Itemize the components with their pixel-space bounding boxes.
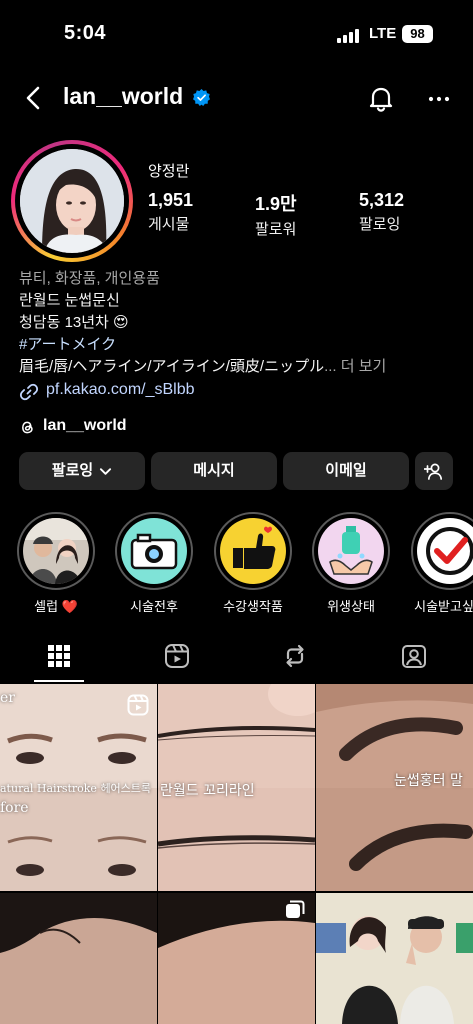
back-arrow-icon[interactable]	[20, 84, 48, 112]
highlight-hygiene-cover	[318, 518, 384, 584]
following-button[interactable]: 팔로잉	[19, 452, 145, 490]
posts-value: 1,951	[148, 190, 194, 210]
bio-line-2: 청담동 13년차 😍	[19, 314, 129, 331]
tab-posts-grid[interactable]	[0, 632, 118, 682]
chevron-down-icon	[100, 467, 112, 475]
profile-header: lan__world	[0, 72, 473, 124]
highlight-before-after-cover	[121, 518, 187, 584]
more-link[interactable]: 더 보기	[341, 358, 387, 375]
post-grid: er atural Hairstroke 헤어스트록 fore 란월드 꼬리라인	[0, 684, 473, 1024]
grid-icon	[48, 645, 70, 667]
following-label: 팔로잉	[359, 216, 401, 233]
highlight-celeb-cover	[23, 518, 89, 584]
profile-username[interactable]: lan__world	[63, 83, 183, 110]
bio-line-4: 眉毛/唇/ヘアライン/アイライン/頭皮/ニップル... 더 보기	[19, 355, 459, 376]
bio-ellipsis: ...	[324, 358, 337, 375]
threads-icon	[22, 421, 33, 434]
following-count[interactable]: 5,312 팔로잉	[359, 190, 404, 234]
post-overlay-text: 란월드 꼬리라인	[160, 783, 255, 799]
tab-reels[interactable]	[118, 632, 236, 682]
avatar[interactable]	[20, 149, 124, 253]
posts-label: 게시물	[148, 216, 190, 233]
bio-line-1: 란월드 눈썹문신	[19, 292, 120, 309]
following-value: 5,312	[359, 190, 405, 210]
network-label: LTE	[369, 25, 397, 42]
verified-badge-icon	[193, 89, 210, 106]
post-tile[interactable]: 눈썹홍터 말	[316, 684, 473, 891]
tab-reposts[interactable]	[236, 632, 354, 682]
signal-icon	[337, 29, 361, 43]
post-tile[interactable]	[0, 893, 157, 1024]
reels-icon	[165, 644, 189, 668]
highlight-want-procedure-cover	[417, 518, 473, 584]
highlight-before-after[interactable]: 시술전후	[115, 512, 193, 615]
active-tab-indicator	[34, 680, 84, 682]
post-tile[interactable]: 란월드 꼬리라인	[158, 684, 315, 891]
bio-hashtag[interactable]: #アートメイク	[19, 333, 459, 354]
highlight-student-work[interactable]: 수강생작품	[214, 512, 292, 615]
post-overlay-text: er	[0, 690, 15, 706]
followers-count[interactable]: 1.9만 팔로워	[255, 190, 297, 239]
followers-value: 1.9만	[255, 194, 297, 214]
highlight-hygiene-label: 위생상태	[327, 599, 375, 614]
carousel-badge-icon	[286, 900, 305, 918]
profile-tabs	[0, 632, 473, 682]
reel-badge-icon	[127, 694, 149, 716]
profile-link-text[interactable]: pf.kakao.com/_sBlbb	[46, 381, 195, 399]
post-tile[interactable]	[158, 893, 315, 1024]
repost-icon	[286, 644, 304, 668]
post-tile[interactable]	[316, 893, 473, 1024]
post-tile[interactable]: er atural Hairstroke 헤어스트록 fore	[0, 684, 157, 891]
highlight-celeb-label: 셀럽 ❤️	[34, 599, 78, 614]
suggested-people-button[interactable]	[415, 452, 453, 490]
bio-category: 뷰티, 화장품, 개인용품	[19, 270, 160, 287]
status-bar: 5:04 LTE 98	[0, 0, 473, 64]
email-button[interactable]: 이메일	[283, 452, 409, 490]
following-button-label: 팔로잉	[51, 462, 94, 479]
profile-avatar-story-ring[interactable]	[11, 140, 133, 262]
tagged-person-icon	[402, 645, 426, 668]
highlight-want-procedure[interactable]: 시술받고싶어	[411, 512, 473, 615]
highlight-celeb[interactable]: 셀럽 ❤️	[17, 512, 95, 615]
bio-line-4-text: 眉毛/唇/ヘアライン/アイライン/頭皮/ニップル	[19, 358, 325, 375]
highlight-want-procedure-label: 시술받고싶어	[414, 599, 473, 614]
tab-tagged[interactable]	[355, 632, 473, 682]
notification-bell-icon[interactable]	[366, 83, 396, 113]
post-overlay-text: atural Hairstroke 헤어스트록	[0, 782, 152, 795]
highlight-student-work-cover	[220, 518, 286, 584]
highlight-student-work-label: 수강생작품	[223, 599, 283, 614]
highlight-hygiene[interactable]: 위생상태	[312, 512, 390, 615]
add-person-icon	[424, 463, 443, 480]
battery-icon: 98	[402, 25, 433, 43]
display-name: 양정란	[148, 163, 190, 180]
threads-username: lan__world	[43, 417, 127, 434]
highlight-before-after-label: 시술전후	[130, 599, 178, 614]
message-button[interactable]: 메시지	[151, 452, 277, 490]
post-overlay-text: 눈썹홍터 말	[394, 773, 463, 789]
followers-label: 팔로워	[255, 221, 297, 238]
link-icon	[19, 383, 39, 401]
post-overlay-text: fore	[0, 800, 29, 816]
status-time: 5:04	[64, 22, 107, 44]
posts-count[interactable]: 1,951 게시물	[148, 190, 193, 234]
more-options-icon[interactable]	[427, 87, 451, 111]
